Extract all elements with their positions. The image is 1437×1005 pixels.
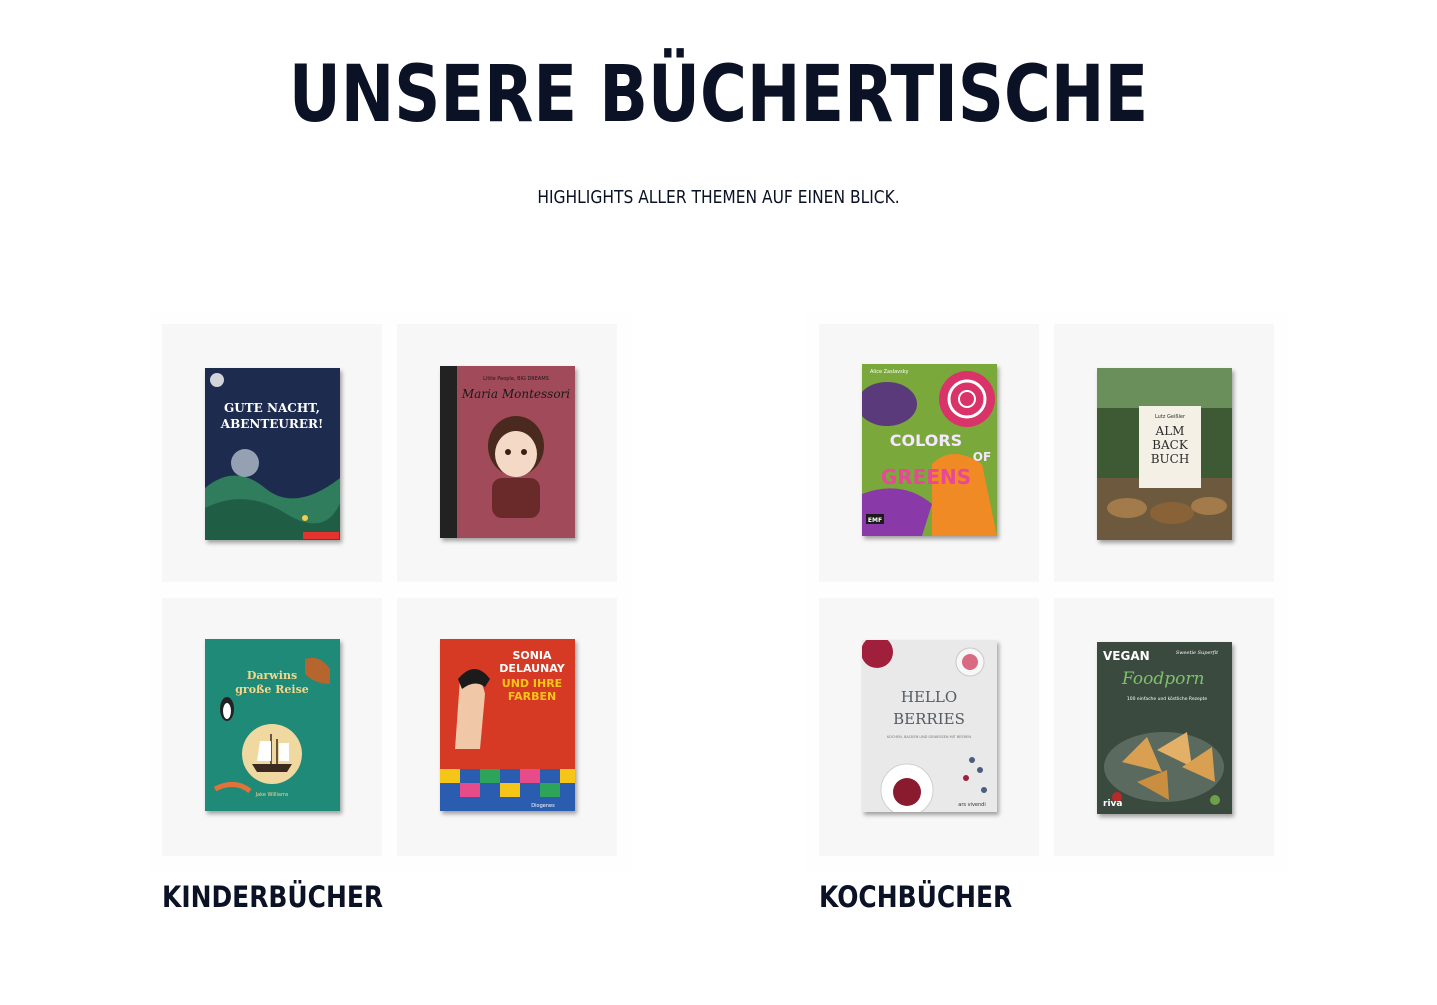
table-label-kinderbuecher[interactable]: KINDERBÜCHER xyxy=(162,880,383,914)
cover-author: Lutz Geißler xyxy=(1155,414,1186,420)
page-subtitle: HIGHLIGHTS ALLER THEMEN AUF EINEN BLICK. xyxy=(537,187,900,208)
cover-publisher: Diogenes xyxy=(531,803,555,809)
cover-publisher: ars vivendi xyxy=(958,802,985,808)
book-cover-image: HELLO BERRIES KOCHEN, BACKEN UND GENIESS… xyxy=(862,640,997,812)
cover-title-line-2: DELAUNAY xyxy=(499,662,565,675)
book-cover-vegan-foodporn[interactable]: VEGAN Foodporn Sweetie Superfit 100 einf… xyxy=(1097,642,1232,814)
book-tile[interactable]: Little People, BIG DREAMS Maria Montesso… xyxy=(397,324,617,582)
book-tile[interactable]: HELLO BERRIES KOCHEN, BACKEN UND GENIESS… xyxy=(819,598,1039,856)
cover-title-line-1: HELLO xyxy=(901,688,957,706)
cover-title-line-1: ALM xyxy=(1155,424,1185,438)
cover-title-line-1: GUTE NACHT, xyxy=(224,401,320,415)
table-label-kochbuecher[interactable]: KOCHBÜCHER xyxy=(819,880,1012,914)
book-cover-image: VEGAN Foodporn Sweetie Superfit 100 einf… xyxy=(1097,642,1232,814)
book-tile[interactable]: Darwins große Reise Jake Williams xyxy=(162,598,382,856)
cover-title-line-3: BUCH xyxy=(1151,452,1190,466)
book-cover-gute-nacht-abenteurer[interactable]: GUTE NACHT, ABENTEURER! xyxy=(205,368,340,540)
cover-title-line-1: Maria Montessori xyxy=(461,387,570,401)
cover-subtitle: KOCHEN, BACKEN UND GENIESSEN MIT BEEREN xyxy=(887,735,971,739)
book-tile[interactable]: VEGAN Foodporn Sweetie Superfit 100 einf… xyxy=(1054,598,1274,856)
book-tile[interactable]: GUTE NACHT, ABENTEURER! xyxy=(162,324,382,582)
cover-author: Jake Williams xyxy=(255,792,289,798)
book-cover-image: GUTE NACHT, ABENTEURER! xyxy=(205,368,340,540)
book-cover-image: Lutz Geißler ALM BACK BUCH xyxy=(1097,368,1232,540)
cover-subtitle: 100 einfache und köstliche Rezepte xyxy=(1127,696,1208,702)
cover-series: Little People, BIG DREAMS xyxy=(483,376,549,382)
cover-title-line-2: BERRIES xyxy=(893,710,965,728)
cover-author: Alice Zaslavsky xyxy=(870,369,908,375)
cover-title-line-3: GREENS xyxy=(881,465,971,489)
cover-title-line-4: FARBEN xyxy=(508,690,556,703)
cover-title-line-2: große Reise xyxy=(235,683,309,696)
cover-publisher: riva xyxy=(1103,799,1122,809)
cover-title-line-1: Darwins xyxy=(247,669,297,682)
page-title: UNSERE BÜCHERTISCHE xyxy=(288,50,1149,140)
book-cover-image: Darwins große Reise Jake Williams xyxy=(205,639,340,811)
cover-title-line-2: Foodporn xyxy=(1121,669,1204,689)
book-table-kochbuecher[interactable]: Alice Zaslavsky COLORS OF GREENS EMF Lut… xyxy=(805,311,1289,914)
cover-title-line-2: OF xyxy=(973,450,991,464)
book-cover-image: Little People, BIG DREAMS Maria Montesso… xyxy=(440,366,575,538)
book-tile[interactable]: SONIA DELAUNAY UND IHRE FARBEN Diogenes xyxy=(397,598,617,856)
cover-title-line-1: SONIA xyxy=(512,649,552,662)
book-cover-image: SONIA DELAUNAY UND IHRE FARBEN Diogenes xyxy=(440,639,575,811)
book-cover-sonia-delaunay[interactable]: SONIA DELAUNAY UND IHRE FARBEN Diogenes xyxy=(440,639,575,811)
cover-title-line-1: VEGAN xyxy=(1103,649,1150,663)
book-cover-image: Alice Zaslavsky COLORS OF GREENS EMF xyxy=(862,364,997,536)
cover-author: Sweetie Superfit xyxy=(1176,650,1219,656)
book-tile[interactable]: Alice Zaslavsky COLORS OF GREENS EMF xyxy=(819,324,1039,582)
cover-title-line-2: BACK xyxy=(1152,438,1189,452)
cover-title-line-1: COLORS xyxy=(890,431,962,450)
cover-title-line-3: UND IHRE xyxy=(502,677,562,690)
book-table-kinderbuecher[interactable]: GUTE NACHT, ABENTEURER! Little People, B… xyxy=(148,311,632,914)
book-cover-alm-back-buch[interactable]: Lutz Geißler ALM BACK BUCH xyxy=(1097,368,1232,540)
book-cover-maria-montessori[interactable]: Little People, BIG DREAMS Maria Montesso… xyxy=(440,366,575,538)
book-cover-darwins-grosse-reise[interactable]: Darwins große Reise Jake Williams xyxy=(205,639,340,811)
book-cover-hello-berries[interactable]: HELLO BERRIES KOCHEN, BACKEN UND GENIESS… xyxy=(862,640,997,812)
book-tile[interactable]: Lutz Geißler ALM BACK BUCH xyxy=(1054,324,1274,582)
book-cover-colors-of-greens[interactable]: Alice Zaslavsky COLORS OF GREENS EMF xyxy=(862,364,997,536)
cover-publisher: EMF xyxy=(868,517,882,524)
cover-title-line-2: ABENTEURER! xyxy=(220,417,323,431)
